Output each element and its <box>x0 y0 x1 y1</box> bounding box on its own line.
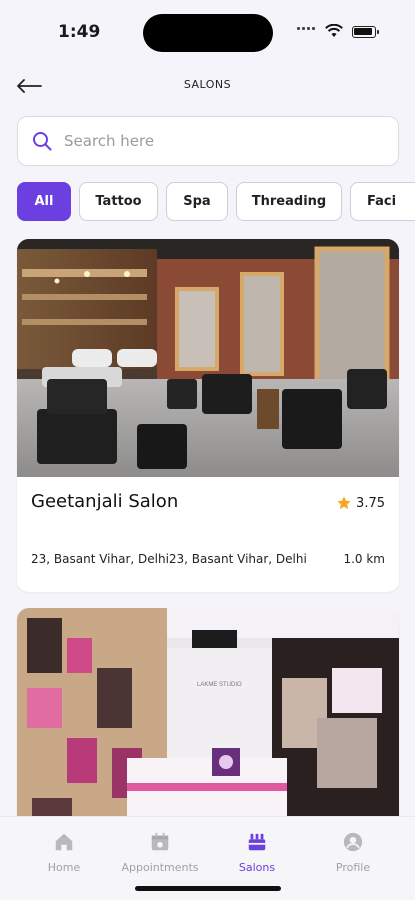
dynamic-island <box>143 14 273 52</box>
home-indicator <box>135 886 281 891</box>
salon-name: Geetanjali Salon <box>31 491 179 512</box>
tab-home[interactable]: Home <box>14 831 114 874</box>
profile-icon <box>343 832 363 852</box>
signal-icon <box>297 27 315 30</box>
calendar-icon <box>151 832 169 851</box>
wifi-icon <box>325 24 343 37</box>
search-input[interactable] <box>64 132 364 150</box>
star-icon <box>337 496 351 509</box>
tab-profile[interactable]: Profile <box>303 831 403 874</box>
status-bar: 1:49 <box>0 0 415 64</box>
category-chips: All Tattoo Spa Threading Faci <box>17 182 415 222</box>
storefront-sign: LAKME STUDIO <box>197 682 242 688</box>
header: SALONS <box>0 64 415 108</box>
salon-photo <box>17 239 399 477</box>
battery-icon <box>352 26 379 38</box>
home-icon <box>55 833 73 851</box>
tab-label: Salons <box>238 861 276 874</box>
chip-spa[interactable]: Spa <box>166 182 228 221</box>
chip-threading[interactable]: Threading <box>236 182 342 221</box>
search-bar[interactable] <box>17 116 399 166</box>
search-icon <box>33 132 52 151</box>
tab-salons[interactable]: Salons <box>207 831 307 874</box>
tab-label: Home <box>47 861 81 874</box>
tab-label: Profile <box>335 861 371 874</box>
chip-facial[interactable]: Faci <box>350 182 415 221</box>
tab-appointments[interactable]: Appointments <box>110 831 210 874</box>
salon-icon <box>248 833 266 851</box>
salon-distance: 1.0 km <box>343 552 385 566</box>
status-time: 1:49 <box>58 22 101 42</box>
salon-address: 23, Basant Vihar, Delhi23, Basant Vihar,… <box>31 552 307 566</box>
page-title: SALONS <box>183 78 232 91</box>
rating-value: 3.75 <box>356 495 385 511</box>
screen: 1:49 SALONS All Tattoo Spa Threading F <box>0 0 415 900</box>
salon-card[interactable]: Geetanjali Salon 3.75 23, Basant Vihar, … <box>17 239 399 592</box>
chip-all[interactable]: All <box>17 182 71 221</box>
rating: 3.75 <box>336 495 385 511</box>
chip-tattoo[interactable]: Tattoo <box>79 182 158 221</box>
tab-label: Appointments <box>121 861 199 874</box>
